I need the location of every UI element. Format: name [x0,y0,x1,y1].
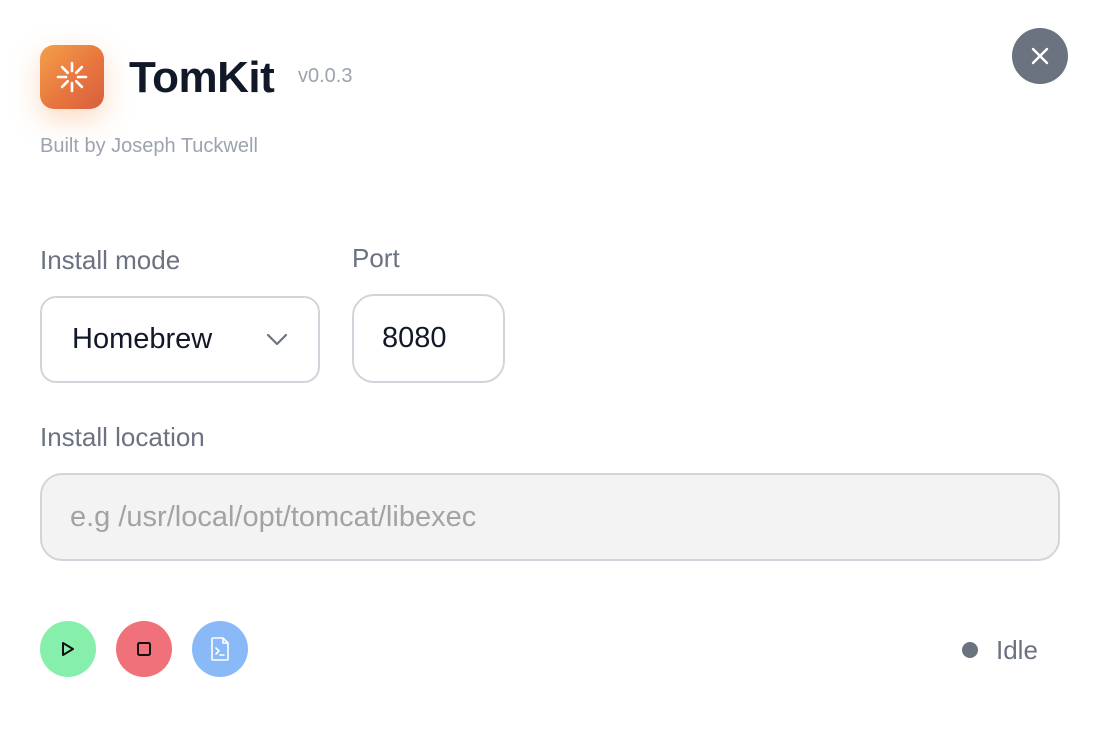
status-indicator: Idle [962,634,1038,665]
install-mode-select[interactable]: Homebrew [40,296,320,383]
app-author: Built by Joseph Tuckwell [40,135,258,157]
install-mode-value: Homebrew [72,323,213,355]
close-button[interactable] [1012,28,1068,84]
install-mode-label: Install mode [40,245,181,275]
app-window: TomKit v0.0.3 Built by Joseph Tuckwell I… [0,0,1100,734]
stop-icon [137,642,151,656]
asterisk-spark-icon [56,61,88,93]
status-text: Idle [996,634,1038,665]
app-version: v0.0.3 [298,65,353,87]
stop-button[interactable] [116,621,172,677]
logs-button[interactable] [192,621,248,677]
chevron-down-icon [266,333,288,345]
close-icon [1031,47,1049,65]
install-location-placeholder: e.g /usr/local/opt/tomcat/libexec [70,500,477,533]
install-location-input[interactable]: e.g /usr/local/opt/tomcat/libexec [40,473,1060,561]
terminal-file-icon [211,637,229,661]
install-location-label: Install location [40,422,205,452]
port-input[interactable]: 8080 [352,294,505,383]
app-title: TomKit [129,53,275,102]
status-dot [962,642,978,658]
play-icon [62,642,74,656]
port-label: Port [352,243,400,273]
start-button[interactable] [40,621,96,677]
app-logo-icon [40,45,104,109]
